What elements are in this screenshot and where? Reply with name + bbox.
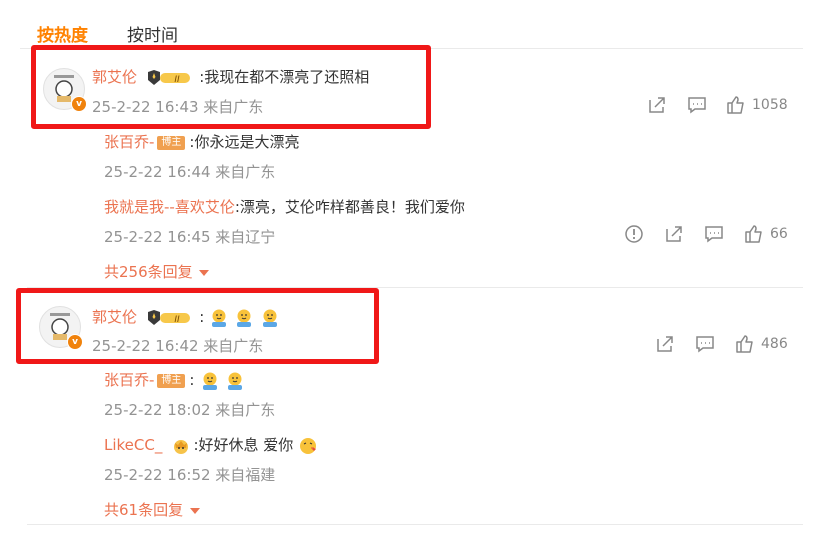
- reply-user-name[interactable]: 张百乔-: [104, 133, 154, 151]
- highlight-box: [31, 45, 431, 129]
- share-icon[interactable]: [655, 334, 675, 354]
- comment-actions: 1058: [647, 95, 788, 115]
- more-replies-label: 共61条回复: [104, 501, 184, 519]
- comment-actions: 486: [655, 334, 788, 354]
- like-icon[interactable]: [744, 224, 764, 244]
- caret-down-icon: [189, 507, 200, 514]
- hug-emoji-icon: [202, 372, 217, 390]
- report-icon[interactable]: [624, 224, 644, 244]
- reply-text: :漂亮，艾伦咋样都善良！我们爱你: [234, 198, 465, 216]
- reply-header: 张百乔- 博主:你永远是大漂亮: [104, 131, 299, 152]
- like-icon[interactable]: [726, 95, 746, 115]
- caret-down-icon: [199, 269, 210, 276]
- reply-time: 25-2-22 16:44 来自广东: [104, 163, 276, 181]
- more-replies-link[interactable]: 共61条回复: [104, 499, 200, 520]
- tab-time[interactable]: 按时间: [127, 21, 178, 46]
- reply-text: :你永远是大漂亮: [189, 133, 300, 151]
- like-count: 1058: [752, 97, 788, 113]
- reply-text: :好好休息 爱你: [193, 436, 294, 454]
- like-count: 486: [761, 336, 788, 352]
- more-replies-link[interactable]: 共256条回复: [104, 261, 210, 282]
- highlight-box: [16, 288, 379, 364]
- reply-user-name[interactable]: LikeCC_: [104, 436, 162, 454]
- reply-text: :: [189, 371, 195, 389]
- share-icon[interactable]: [647, 95, 667, 115]
- comment-icon[interactable]: [687, 95, 707, 115]
- hug-emoji-icon: [227, 372, 242, 390]
- like-count: 66: [770, 226, 788, 242]
- reply-time: 25-2-22 16:52 来自福建: [104, 466, 276, 484]
- comment-divider: [27, 524, 803, 525]
- reply-header: 张百乔- 博主:: [104, 369, 245, 391]
- comment-icon[interactable]: [695, 334, 715, 354]
- blogger-badge: 博主: [157, 373, 186, 388]
- reply-header: 我就是我--喜欢艾伦:漂亮，艾伦咋样都善良！我们爱你: [104, 196, 465, 217]
- reply-user-name[interactable]: 张百乔-: [104, 371, 154, 389]
- like-icon[interactable]: [735, 334, 755, 354]
- blogger-badge: 博主: [157, 135, 186, 150]
- reply-header: LikeCC_ :好好休息 爱你: [104, 434, 318, 456]
- kiss-emoji-icon: [300, 437, 317, 454]
- reply-user-name[interactable]: 我就是我--喜欢艾伦: [104, 198, 235, 216]
- share-icon[interactable]: [664, 224, 684, 244]
- more-replies-label: 共256条回复: [104, 263, 193, 281]
- tab-hot[interactable]: 按热度: [37, 21, 88, 46]
- comment-icon[interactable]: [704, 224, 724, 244]
- reply-actions: 66: [624, 224, 788, 244]
- reply-time: 25-2-22 18:02 来自广东: [104, 401, 276, 419]
- reply-time: 25-2-22 16:45 来自辽宁: [104, 228, 276, 246]
- crown-badge-icon: [174, 439, 189, 454]
